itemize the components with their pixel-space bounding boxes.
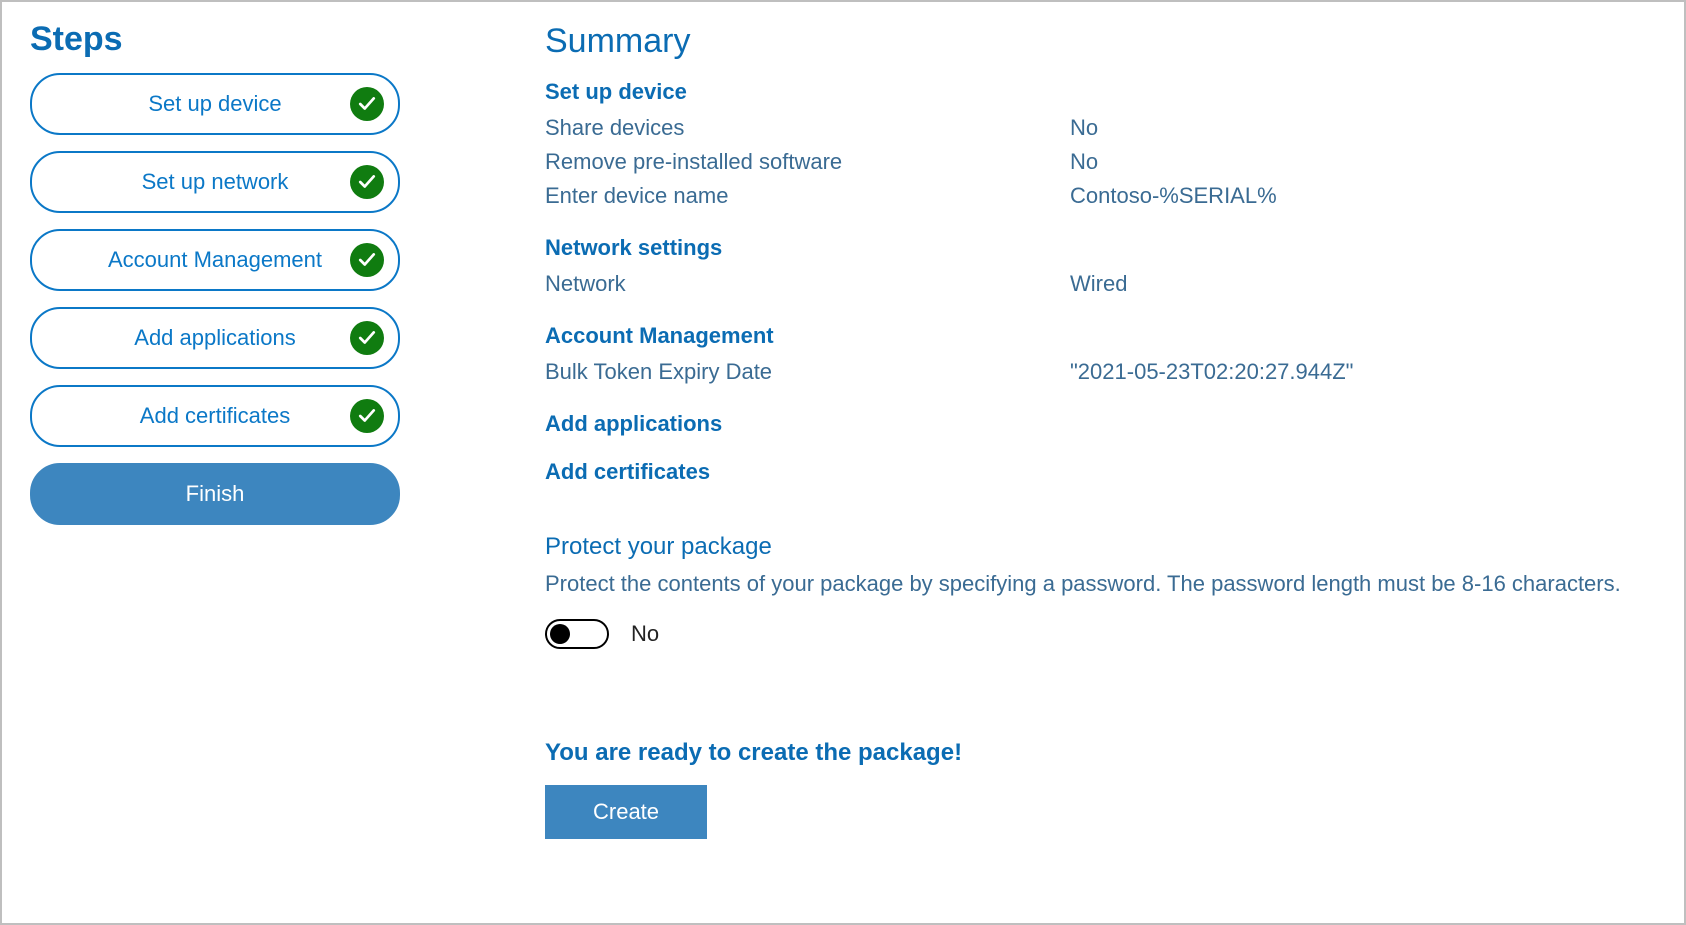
toggle-knob-icon: [550, 624, 570, 644]
protect-description: Protect the contents of your package by …: [545, 571, 1656, 597]
checkmark-icon: [350, 321, 384, 355]
row-token-expiry: Bulk Token Expiry Date "2021-05-23T02:20…: [545, 355, 1656, 389]
row-value: No: [1070, 145, 1656, 179]
step-label: Finish: [186, 481, 245, 507]
row-label: Share devices: [545, 111, 1070, 145]
checkmark-icon: [350, 243, 384, 277]
section-add-applications: Add applications: [545, 411, 1656, 437]
row-remove-software: Remove pre-installed software No: [545, 145, 1656, 179]
protect-toggle-label: No: [631, 621, 659, 647]
row-label: Network: [545, 267, 1070, 301]
protect-toggle[interactable]: [545, 619, 609, 649]
row-value: Wired: [1070, 267, 1656, 301]
main-content: Summary Set up device Share devices No R…: [490, 20, 1656, 895]
row-label: Enter device name: [545, 179, 1070, 213]
section-heading: Account Management: [545, 323, 1656, 349]
section-account-management: Account Management Bulk Token Expiry Dat…: [545, 323, 1656, 389]
row-label: Remove pre-installed software: [545, 145, 1070, 179]
step-set-up-device[interactable]: Set up device: [30, 73, 400, 135]
row-label: Bulk Token Expiry Date: [545, 355, 1070, 389]
section-add-certificates: Add certificates: [545, 459, 1656, 485]
checkmark-icon: [350, 399, 384, 433]
protect-heading: Protect your package: [545, 533, 1656, 561]
row-value: Contoso-%SERIAL%: [1070, 179, 1656, 213]
page-title: Summary: [545, 22, 1656, 61]
create-button[interactable]: Create: [545, 785, 707, 839]
step-label: Set up network: [142, 169, 289, 195]
section-set-up-device: Set up device Share devices No Remove pr…: [545, 79, 1656, 213]
row-device-name: Enter device name Contoso-%SERIAL%: [545, 179, 1656, 213]
step-label: Account Management: [108, 247, 322, 273]
row-share-devices: Share devices No: [545, 111, 1656, 145]
protect-toggle-row: No: [545, 619, 1656, 649]
ready-text: You are ready to create the package!: [545, 739, 1656, 767]
section-heading: Set up device: [545, 79, 1656, 105]
step-label: Add certificates: [140, 403, 290, 429]
row-value: "2021-05-23T02:20:27.944Z": [1070, 355, 1656, 389]
checkmark-icon: [350, 165, 384, 199]
row-network: Network Wired: [545, 267, 1656, 301]
step-account-management[interactable]: Account Management: [30, 229, 400, 291]
steps-sidebar: Steps Set up device Set up network Accou…: [30, 20, 490, 895]
section-protect-package: Protect your package Protect the content…: [545, 533, 1656, 649]
step-finish[interactable]: Finish: [30, 463, 400, 525]
step-add-applications[interactable]: Add applications: [30, 307, 400, 369]
step-add-certificates[interactable]: Add certificates: [30, 385, 400, 447]
step-label: Set up device: [148, 91, 281, 117]
section-heading: Add certificates: [545, 459, 1656, 485]
step-set-up-network[interactable]: Set up network: [30, 151, 400, 213]
checkmark-icon: [350, 87, 384, 121]
row-value: No: [1070, 111, 1656, 145]
section-heading: Network settings: [545, 235, 1656, 261]
step-label: Add applications: [134, 325, 295, 351]
section-network-settings: Network settings Network Wired: [545, 235, 1656, 301]
section-heading: Add applications: [545, 411, 1656, 437]
steps-title: Steps: [30, 20, 490, 59]
